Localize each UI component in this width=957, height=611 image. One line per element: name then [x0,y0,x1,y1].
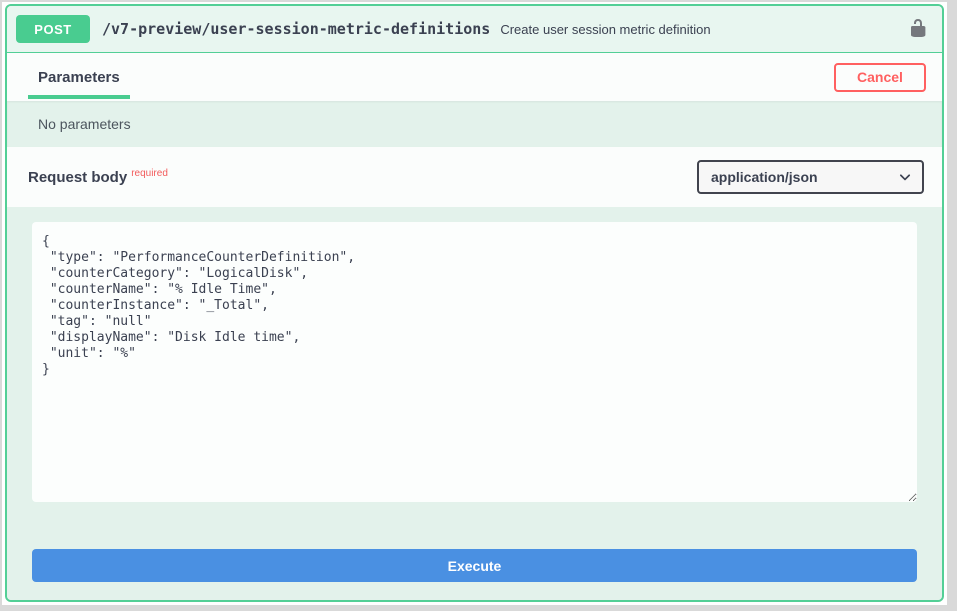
request-body-label: Request body required [28,168,168,186]
request-body-label-text: Request body [28,169,127,186]
active-tab-underline [28,95,130,99]
no-parameters-text: No parameters [38,116,131,132]
media-type-selected-value: application/json [711,169,818,185]
opblock-header[interactable]: POST /v7-preview/user-session-metric-def… [7,6,942,53]
opblock-post: POST /v7-preview/user-session-metric-def… [5,4,944,602]
tab-parameters[interactable]: Parameters [28,53,130,101]
required-flag: required [131,168,168,179]
opblock-tab-bar: Parameters Cancel [7,53,942,101]
media-type-select[interactable]: application/json [697,160,924,194]
parameters-empty-section: No parameters [7,101,942,147]
request-body-header: Request body required application/json [7,147,942,207]
screenshot-frame: POST /v7-preview/user-session-metric-def… [0,0,957,611]
endpoint-path: /v7-preview/user-session-metric-definiti… [102,20,490,38]
execute-button[interactable]: Execute [32,549,917,582]
unlocked-padlock-icon [908,18,928,41]
cancel-button[interactable]: Cancel [834,63,926,92]
http-method-badge: POST [16,15,90,43]
endpoint-summary: Create user session metric definition [500,22,908,37]
request-body-editor[interactable]: { "type": "PerformanceCounterDefinition"… [32,222,917,502]
request-body-section: { "type": "PerformanceCounterDefinition"… [7,207,942,600]
tab-parameters-label: Parameters [38,69,120,86]
chevron-down-icon [898,170,912,184]
swagger-page: POST /v7-preview/user-session-metric-def… [2,2,947,605]
auth-lock-button[interactable] [908,18,928,41]
